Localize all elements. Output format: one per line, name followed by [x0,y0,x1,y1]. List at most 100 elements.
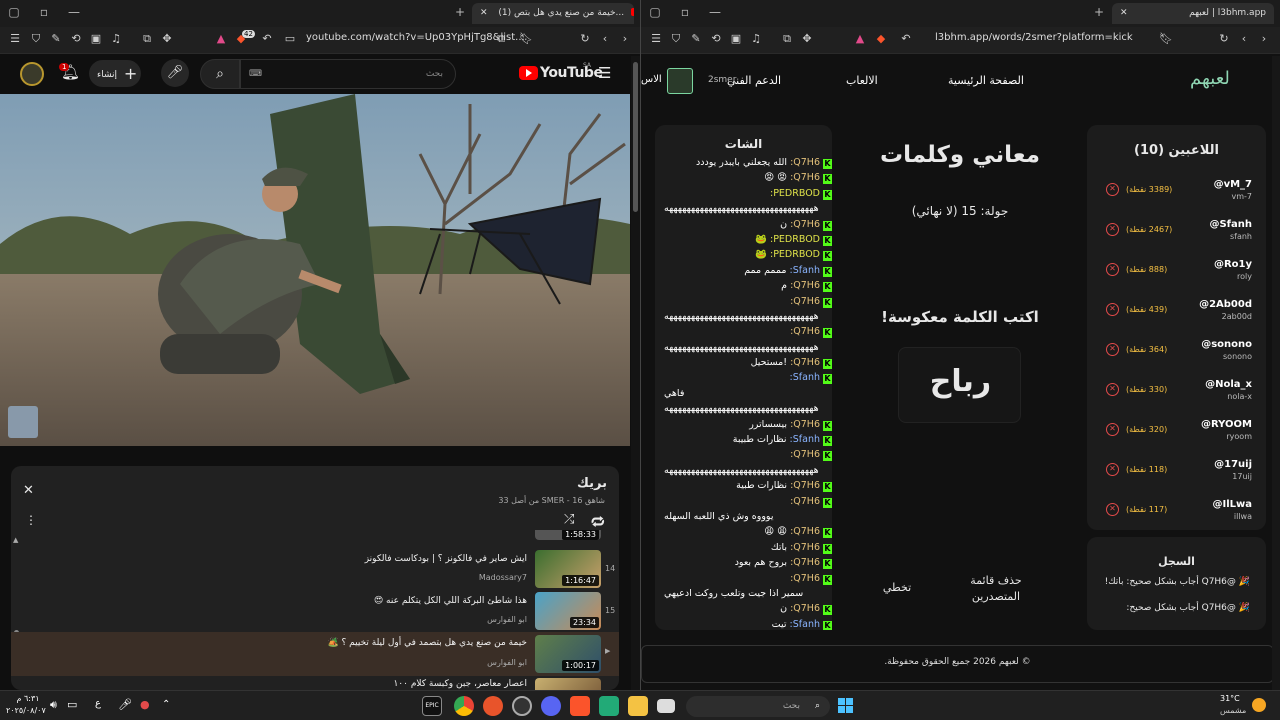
bookmark-icon[interactable]: 🔖︎ [1159,32,1173,46]
playlist-item[interactable]: اعصار معاصر، جبن وكبسة كلام ١٠٠ [11,678,619,690]
nav-games[interactable]: الالعاب [846,74,878,87]
chat-username[interactable]: PEDRBOD: [770,188,820,199]
skip-button[interactable]: تخطي [872,581,922,594]
loop-icon[interactable]: 🔁︎ [591,511,605,532]
search-input[interactable]: ⌨ بحث [240,59,456,89]
reload-icon[interactable]: ↻ [578,32,592,46]
item-title[interactable]: اعصار معاصر، جبن وكبسة كلام ١٠٠ [393,679,527,689]
create-button[interactable]: إنشاء + [89,60,141,87]
chat-username[interactable]: Sfanh: [790,619,820,630]
menu-icon[interactable]: ☰ [8,32,22,46]
history-icon[interactable]: ⟲ [709,32,723,46]
playlist-item[interactable]: 14 1:16:47 ايش صاير في فالكونز ؟ | بودكا… [11,550,619,592]
remove-player-icon[interactable]: ✕ [1106,183,1119,196]
youtube-logo-icon[interactable] [519,66,538,80]
youtube-logo-text[interactable]: YouTube [540,65,603,81]
tab-close-icon[interactable]: ✕ [480,8,488,18]
microphone-icon[interactable]: 🎤︎ [118,698,132,711]
item-title[interactable]: هذا شاطئ البركة اللي الكل يتكلم عنه 😍 [374,596,527,606]
item-channel[interactable]: ابو الفوارس [487,658,527,667]
chat-username[interactable]: Q7H6: [790,219,820,230]
chat-username[interactable]: Q7H6: [790,296,820,307]
chat-username[interactable]: Q7H6: [790,557,820,568]
site-info-icon[interactable]: ▭ [283,32,297,46]
item-channel[interactable]: ابو الفوارس [487,615,527,624]
keyboard-icon[interactable]: ⌨ [249,60,262,88]
tray-overflow-icon[interactable]: ⌃ [162,699,170,710]
address-bar[interactable]: youtube.com/watch?v=Up03YpHjTg8&list... [306,32,525,43]
history-icon[interactable]: ⟲ [69,32,83,46]
nav-home[interactable]: الصفحة الرئيسية [948,74,1024,87]
language-indicator[interactable]: ع [95,698,101,709]
puzzle-icon[interactable]: ✥ [800,32,814,46]
video-thumbnail[interactable]: 1:16:47 [535,550,601,588]
sidebar-icon[interactable]: ▣ [729,32,743,46]
clock-time[interactable]: ٦:٣١ م [12,694,44,703]
active-tab[interactable]: ✕ (1) خيمة من صنع يدي هل بتص... [472,3,634,24]
music-icon[interactable]: ♫ [109,32,123,46]
weather-desc[interactable]: مشمس [1220,706,1246,715]
chat-username[interactable]: Q7H6: [790,326,820,337]
chrome-icon[interactable] [454,696,474,716]
scroll-up-icon[interactable]: ▲ [13,536,18,544]
forward-icon[interactable]: › [618,32,632,46]
voice-search-button[interactable]: 🎤︎ [161,59,189,87]
taskbar-search-input[interactable]: بحث ⌕ [686,696,830,717]
remove-player-icon[interactable]: ✕ [1106,223,1119,236]
brave-rewards-icon[interactable]: ▲ [214,32,228,46]
tab-close-icon[interactable]: ✕ [1120,8,1128,18]
network-icon[interactable]: ▭ [67,698,77,711]
item-title[interactable]: خيمة من صنع يدي هل بتصمد في أول ليلة تخي… [327,638,527,648]
brave-app-icon[interactable] [570,696,590,716]
active-tab[interactable]: ✕ لعبهم | l3bhm.app [1112,3,1274,24]
playlist-item[interactable]: 15 23:34 هذا شاطئ البركة اللي الكل يتكلم… [11,592,619,634]
screenshot-icon[interactable]: ⧉ [140,32,154,46]
chat-username[interactable]: PEDRBOD: [770,249,820,260]
video-thumbnail[interactable]: 23:34 [535,592,601,630]
file-explorer-icon[interactable] [628,696,648,716]
chat-username[interactable]: Q7H6: [790,157,820,168]
shield-icon[interactable]: ⛉ [29,32,43,46]
weather-sun-icon[interactable] [1252,698,1266,712]
shuffle-icon[interactable]: ⤮ [564,512,574,527]
store-icon[interactable] [599,696,619,716]
item-title[interactable]: ايش صاير في فالكونز ؟ | بودكاست فالكونز [365,554,527,564]
remove-player-icon[interactable]: ✕ [1106,303,1119,316]
new-tab-button[interactable]: + [452,5,468,19]
bookmark-icon[interactable]: 🔖︎ [519,32,533,46]
discord-icon[interactable] [541,696,561,716]
start-button[interactable] [838,698,854,714]
chat-username[interactable]: Sfanh: [790,372,820,383]
remove-player-icon[interactable]: ✕ [1106,383,1119,396]
item-channel[interactable]: Madossary7 [479,573,527,582]
sidebar-icon[interactable]: ▣ [89,32,103,46]
task-view-icon[interactable] [657,699,675,713]
forward-icon[interactable]: › [1257,32,1271,46]
reload-icon[interactable]: ↻ [1217,32,1231,46]
share-icon[interactable]: ↶ [899,32,913,46]
music-icon[interactable]: ♫ [749,32,763,46]
share-icon[interactable]: ↶ [260,32,274,46]
tab-list-icon[interactable]: ▢ [6,5,22,19]
avatar[interactable] [20,62,44,86]
obs-icon[interactable] [512,696,532,716]
tab-list-icon[interactable]: ▢ [647,5,663,19]
volume-icon[interactable]: 🔊︎ [50,698,57,712]
brave-rewards-icon[interactable]: ▲ [853,32,867,46]
new-tab-button[interactable]: + [1091,5,1107,19]
extension-icon[interactable]: ✎ [49,32,63,46]
nav-cut-label[interactable]: الاس [641,74,662,85]
minimize-icon[interactable]: — [707,5,723,19]
username[interactable]: 2smer [708,75,736,85]
remove-player-icon[interactable]: ✕ [1106,423,1119,436]
window-restore-icon[interactable]: ▫ [36,5,52,19]
video-thumbnail[interactable]: 1:00:17 [535,635,601,673]
chat-username[interactable]: Q7H6: [790,496,820,507]
chat-username[interactable]: Q7H6: [790,280,820,291]
clear-leaderboard-button[interactable]: حذف قائمة المتصدرين [946,573,1046,605]
chat-username[interactable]: Q7H6: [790,357,820,368]
epic-games-icon[interactable]: EPIC [422,696,442,716]
user-avatar[interactable] [667,68,693,94]
weather-temp[interactable]: 31°C [1220,694,1240,703]
minimize-icon[interactable]: — [66,5,82,19]
